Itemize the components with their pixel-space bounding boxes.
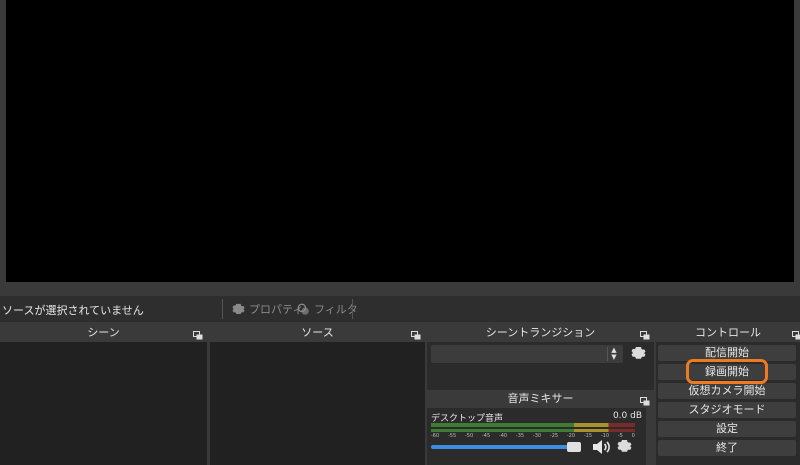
gear-icon[interactable] [617,439,632,457]
scenes-dock-title: シーン [0,324,207,342]
mixer-title: 音声ミキサー [507,392,574,405]
filters-button[interactable]: フィルタ [297,300,358,318]
no-source-label: ソースが選択されていません [2,304,144,317]
undock-icon[interactable] [411,328,421,340]
scenes-dock: シーン [0,324,207,465]
volume-slider-handle[interactable] [567,442,581,452]
properties-button[interactable]: プロパティ [232,300,303,318]
exit-button[interactable]: 終了 [658,440,796,456]
undock-icon[interactable] [640,394,650,406]
meter-tick-label: -20 [566,433,576,439]
volume-meter [431,429,635,432]
filter-icon [297,303,310,316]
settings-button[interactable]: 設定 [658,421,796,437]
transitions-dock: シーントランジション ▲ ▼ 音声ミキサー デスクトップ音声 0.0 dB -60… [427,324,654,465]
mixer-title-bar: 音声ミキサー [427,390,654,408]
meter-tick-label: -25 [549,433,559,439]
recording-highlight-annotation [686,359,768,384]
start-virtual-camera-button[interactable]: 仮想カメラ開始 [658,383,796,399]
meter-tick-label: -15 [583,433,593,439]
mixer-channel: デスクトップ音声 0.0 dB -60 -55 -50 -45 -40 -35 -30 -25… [427,408,646,465]
controls-dock: コントロール 配信開始 録画開始 仮想カメラ開始 スタジオモード 設定 終了 [656,324,800,465]
meter-tick-label: -30 [532,433,542,439]
transitions-title: シーントランジション [485,326,596,339]
sources-title: ソース [301,326,334,339]
studio-mode-button[interactable]: スタジオモード [658,402,796,418]
speaker-icon[interactable] [592,439,612,458]
preview-area [0,0,800,292]
program-preview[interactable] [6,0,794,282]
scenes-list[interactable] [0,342,207,465]
controls-dock-title: コントロール [656,324,800,342]
undock-icon[interactable] [792,328,800,340]
properties-label: プロパティ [249,303,304,316]
source-toolbar: ソースが選択されていません プロパティ フィルタ [0,296,800,322]
meter-tick-label: -60 [431,433,440,439]
volume-slider[interactable] [431,445,581,449]
sources-dock-title: ソース [210,324,425,342]
sources-list[interactable] [210,342,425,465]
meter-tick-label: 0 [631,433,635,439]
gear-icon [232,303,245,316]
mixer-scrollbar[interactable] [646,408,654,465]
undock-icon[interactable] [640,328,650,340]
toolbar-divider [352,299,353,319]
channel-level: 0.0 dB [612,411,642,421]
transitions-body: ▲ ▼ [427,342,654,388]
toolbar-divider [222,299,223,319]
scenes-title: シーン [87,326,120,339]
meter-tick-label: -50 [464,433,474,439]
volume-meter [431,423,635,427]
controls-title: コントロール [695,326,761,339]
transitions-dock-title: シーントランジション [427,324,654,342]
transition-select[interactable]: ▲ ▼ [431,345,623,363]
meter-tick-label: -35 [515,433,525,439]
meter-tick-label: -45 [481,433,491,439]
meter-tick-label: -55 [447,433,457,439]
sources-dock: ソース [210,324,425,465]
gear-icon[interactable] [631,346,646,364]
spin-arrows-icon: ▲ ▼ [607,347,620,361]
meter-tick-label: -40 [498,433,508,439]
undock-icon[interactable] [193,328,203,340]
